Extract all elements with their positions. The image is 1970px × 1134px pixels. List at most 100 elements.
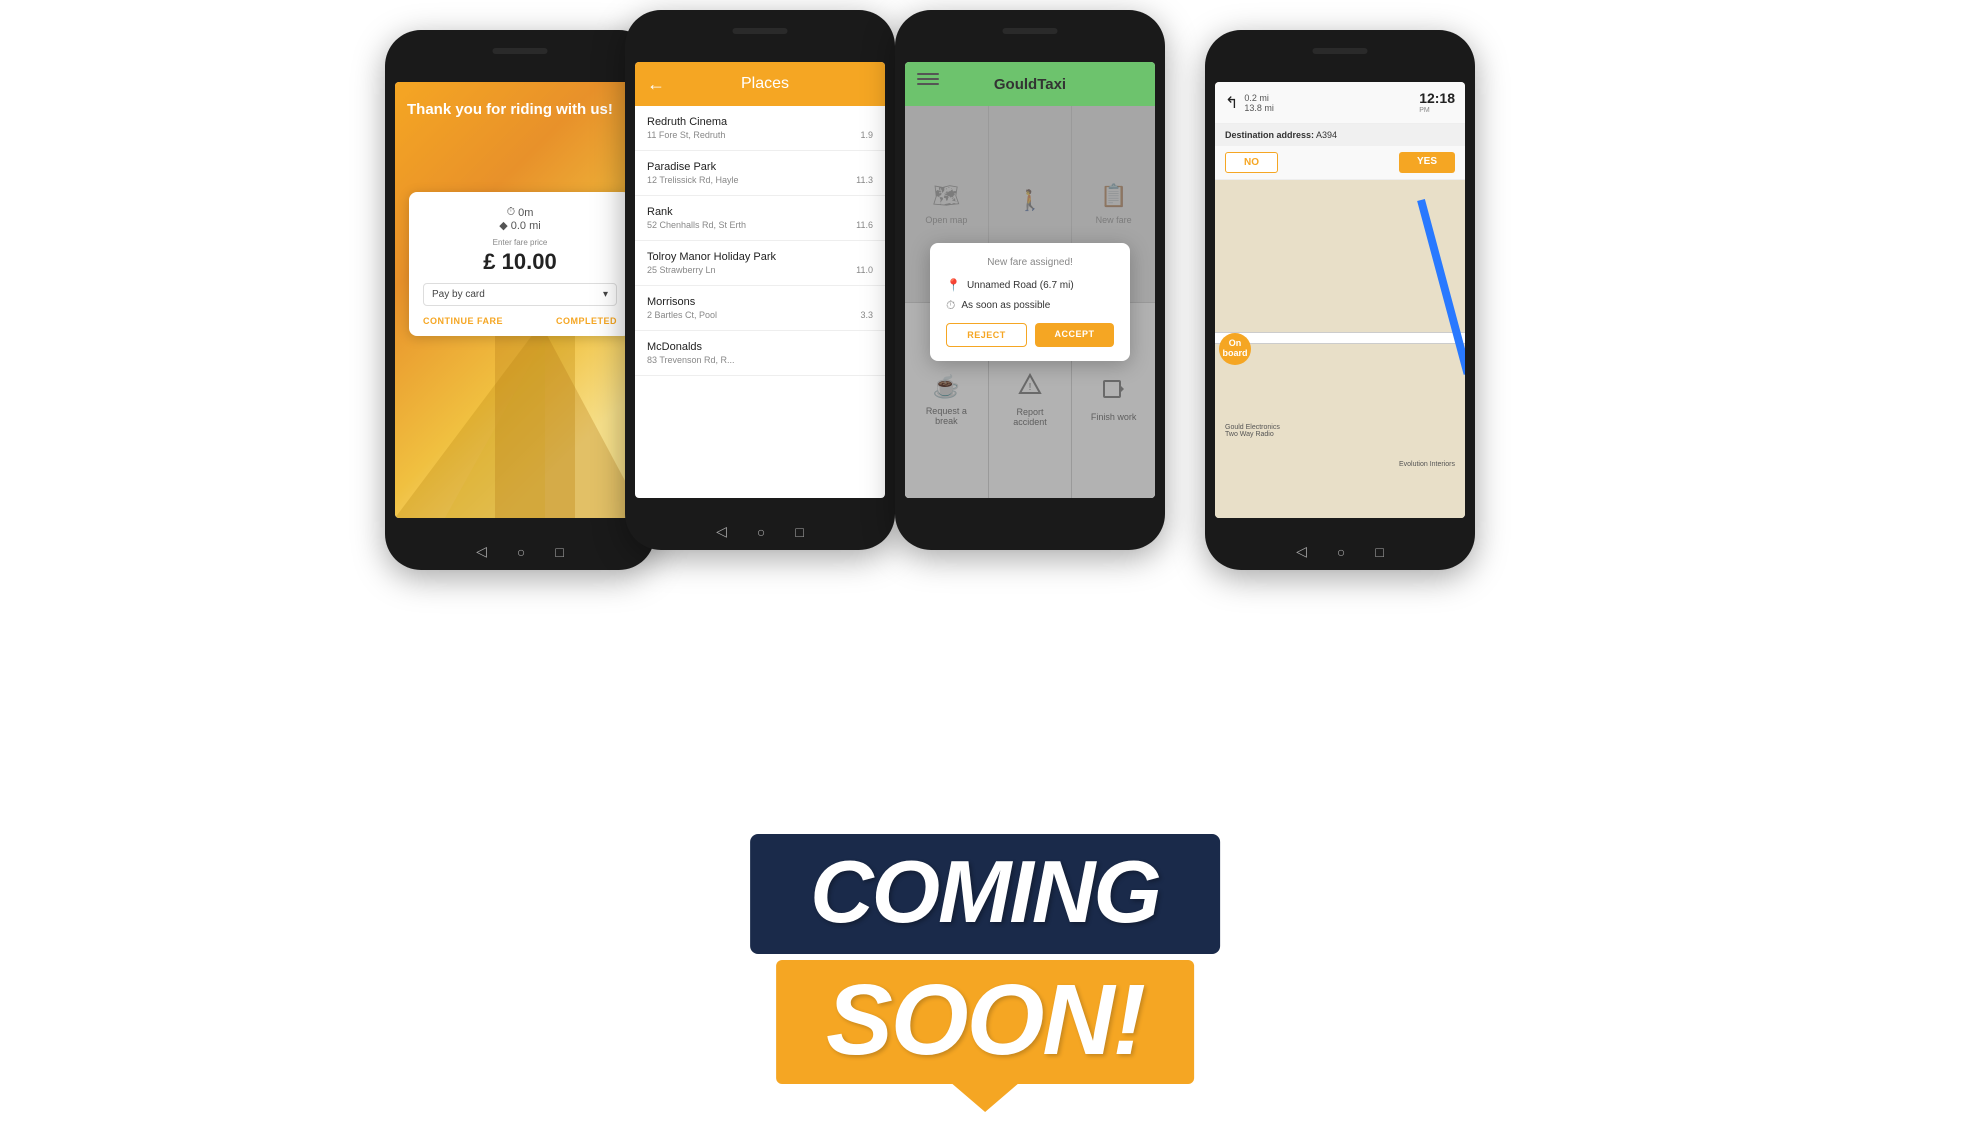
clock-icon: ⏱	[507, 206, 516, 219]
gouldtaxi-header: GouldTaxi	[905, 62, 1155, 106]
fare-distance: ◆ 0.0 mi	[499, 219, 540, 232]
reject-button[interactable]: REJECT	[946, 323, 1027, 347]
place-address: 83 Trevenson Rd, R...	[647, 355, 735, 365]
place-name: Redruth Cinema	[647, 116, 873, 128]
place-address: 12 Trelissick Rd, Hayle	[647, 175, 739, 185]
place-distance: 3.3	[860, 310, 873, 320]
fare-time: ⏱ 0m	[507, 206, 534, 219]
nav-home-icon[interactable]: ○	[757, 524, 765, 540]
phone-3-screen: GouldTaxi 🗺 Open map 🚶	[905, 62, 1155, 498]
onboard-label: On board	[1219, 339, 1251, 359]
place-list-item[interactable]: Redruth Cinema 11 Fore St, Redruth 1.9	[635, 106, 885, 151]
place-distance: 1.9	[860, 130, 873, 140]
phone-2: ← Places Redruth Cinema 11 Fore St, Redr…	[625, 10, 895, 550]
modal-location-row: 📍 Unnamed Road (6.7 mi)	[946, 278, 1114, 292]
phone-2-nav: ◁ ○ □	[625, 523, 895, 540]
clock-icon: ⏱	[946, 298, 955, 313]
payment-select[interactable]: Pay by card ▾	[423, 283, 617, 306]
back-arrow-icon[interactable]: ←	[647, 74, 665, 95]
place-name: Rank	[647, 206, 873, 218]
place-address: 11 Fore St, Redruth	[647, 130, 725, 140]
road-horizontal	[1215, 332, 1465, 344]
dest-value: A394	[1316, 130, 1337, 140]
place-name: Paradise Park	[647, 161, 873, 173]
place-distance: 11.0	[856, 265, 873, 275]
scene: Thank you for riding with us! ⏱ 0m ◆	[0, 0, 1970, 1134]
phone-1-screen: Thank you for riding with us! ⏱ 0m ◆	[395, 82, 645, 518]
coming-soon-bg: COMING	[750, 834, 1220, 954]
nav-home-icon[interactable]: ○	[1337, 544, 1345, 560]
onboard-button[interactable]: On board	[1219, 333, 1251, 365]
nav-square-icon[interactable]: □	[795, 524, 803, 540]
diamond-icon: ◆	[499, 219, 507, 232]
phone-1: Thank you for riding with us! ⏱ 0m ◆	[385, 30, 655, 570]
coming-soon-banner: COMING SOON!	[750, 834, 1220, 1084]
thank-you-text: Thank you for riding with us!	[407, 100, 633, 120]
nav-back-icon[interactable]: ◁	[476, 543, 487, 560]
place-list-item[interactable]: Tolroy Manor Holiday Park 25 Strawberry …	[635, 241, 885, 286]
fare-price: £ 10.00	[423, 249, 617, 275]
places-header: ← Places	[635, 62, 885, 106]
place-name: McDonalds	[647, 341, 873, 353]
place-list-item[interactable]: McDonalds 83 Trevenson Rd, R...	[635, 331, 885, 376]
phone-4-screen: ↰ 0.2 mi 13.8 mi 12:18 PM	[1215, 82, 1465, 518]
phone-4-nav: ◁ ○ □	[1205, 543, 1475, 560]
phone-1-nav: ◁ ○ □	[385, 543, 655, 560]
coming-text: COMING	[810, 850, 1160, 934]
place-name: Morrisons	[647, 296, 873, 308]
phone-4-wrapper: ↰ 0.2 mi 13.8 mi 12:18 PM	[1205, 30, 1475, 570]
phone4-screen: ↰ 0.2 mi 13.8 mi 12:18 PM	[1215, 82, 1465, 518]
phone-4: ↰ 0.2 mi 13.8 mi 12:18 PM	[1205, 30, 1475, 570]
soon-text: SOON!	[826, 970, 1144, 1070]
phone-2-screen: ← Places Redruth Cinema 11 Fore St, Redr…	[635, 62, 885, 498]
hamburger-menu-icon[interactable]	[917, 73, 939, 95]
place-list-item[interactable]: Rank 52 Chenhalls Rd, St Erth 11.6	[635, 196, 885, 241]
places-list: Redruth Cinema 11 Fore St, Redruth 1.9 P…	[635, 106, 885, 498]
place-address: 25 Strawberry Ln	[647, 265, 716, 275]
place-name: Tolroy Manor Holiday Park	[647, 251, 873, 263]
place-distance: 11.3	[856, 175, 873, 185]
total-distance: 13.8 mi	[1244, 103, 1274, 113]
modal-timing-row: ⏱ As soon as possible	[946, 298, 1114, 313]
fare-modal-overlay: New fare assigned! 📍 Unnamed Road (6.7 m…	[905, 106, 1155, 498]
navigation-map: Evolution Interiors Gould ElectronicsTwo…	[1215, 180, 1465, 518]
onboard-circle: On board	[1219, 333, 1251, 365]
phone3-screen: GouldTaxi 🗺 Open map 🚶	[905, 62, 1155, 498]
turn-instruction: ↰ 0.2 mi 13.8 mi	[1225, 93, 1274, 113]
current-time: 12:18	[1419, 91, 1455, 106]
accept-button[interactable]: ACCEPT	[1035, 323, 1114, 347]
fare-price-label: Enter fare price	[423, 238, 617, 247]
place-list-item[interactable]: Morrisons 2 Bartles Ct, Pool 3.3	[635, 286, 885, 331]
fare-actions: CONTINUE FARE COMPLETED	[423, 316, 617, 326]
modal-timing-text: As soon as possible	[961, 300, 1050, 311]
soon-bg: SOON!	[776, 960, 1194, 1084]
phone2-screen: ← Places Redruth Cinema 11 Fore St, Redr…	[635, 62, 885, 498]
no-button[interactable]: NO	[1225, 152, 1278, 173]
dropdown-arrow-icon: ▾	[603, 289, 608, 300]
destination-info: Destination address: A394	[1215, 124, 1465, 146]
phone-3-wrapper: GouldTaxi 🗺 Open map 🚶	[895, 10, 1165, 550]
modal-buttons: REJECT ACCEPT	[946, 323, 1114, 347]
nav-back-icon[interactable]: ◁	[716, 523, 727, 540]
nav-home-icon[interactable]: ○	[517, 544, 525, 560]
nav-back-icon[interactable]: ◁	[1296, 543, 1307, 560]
modal-title: New fare assigned!	[946, 257, 1114, 268]
nav-square-icon[interactable]: □	[555, 544, 563, 560]
phone1-screen: Thank you for riding with us! ⏱ 0m ◆	[395, 82, 645, 518]
nav-square-icon[interactable]: □	[1375, 544, 1383, 560]
place-address: 52 Chenhalls Rd, St Erth	[647, 220, 746, 230]
continue-fare-button[interactable]: CONTINUE FARE	[423, 316, 503, 326]
fare-card: ⏱ 0m ◆ 0.0 mi Enter fare price £ 10.00	[409, 192, 631, 336]
place-address: 2 Bartles Ct, Pool	[647, 310, 717, 320]
fare-modal: New fare assigned! 📍 Unnamed Road (6.7 m…	[930, 243, 1130, 361]
yes-button[interactable]: YES	[1399, 152, 1455, 173]
map-label-2: Gould ElectronicsTwo Way Radio	[1225, 424, 1280, 438]
place-distance: 11.6	[856, 220, 873, 230]
completed-button[interactable]: COMPLETED	[556, 316, 617, 326]
place-list-item[interactable]: Paradise Park 12 Trelissick Rd, Hayle 11…	[635, 151, 885, 196]
phone-2-wrapper: ← Places Redruth Cinema 11 Fore St, Redr…	[625, 10, 895, 550]
places-title: Places	[675, 75, 873, 93]
map-label-1: Evolution Interiors	[1399, 461, 1455, 468]
dest-label: Destination address:	[1225, 130, 1314, 140]
phone-3: GouldTaxi 🗺 Open map 🚶	[895, 10, 1165, 550]
